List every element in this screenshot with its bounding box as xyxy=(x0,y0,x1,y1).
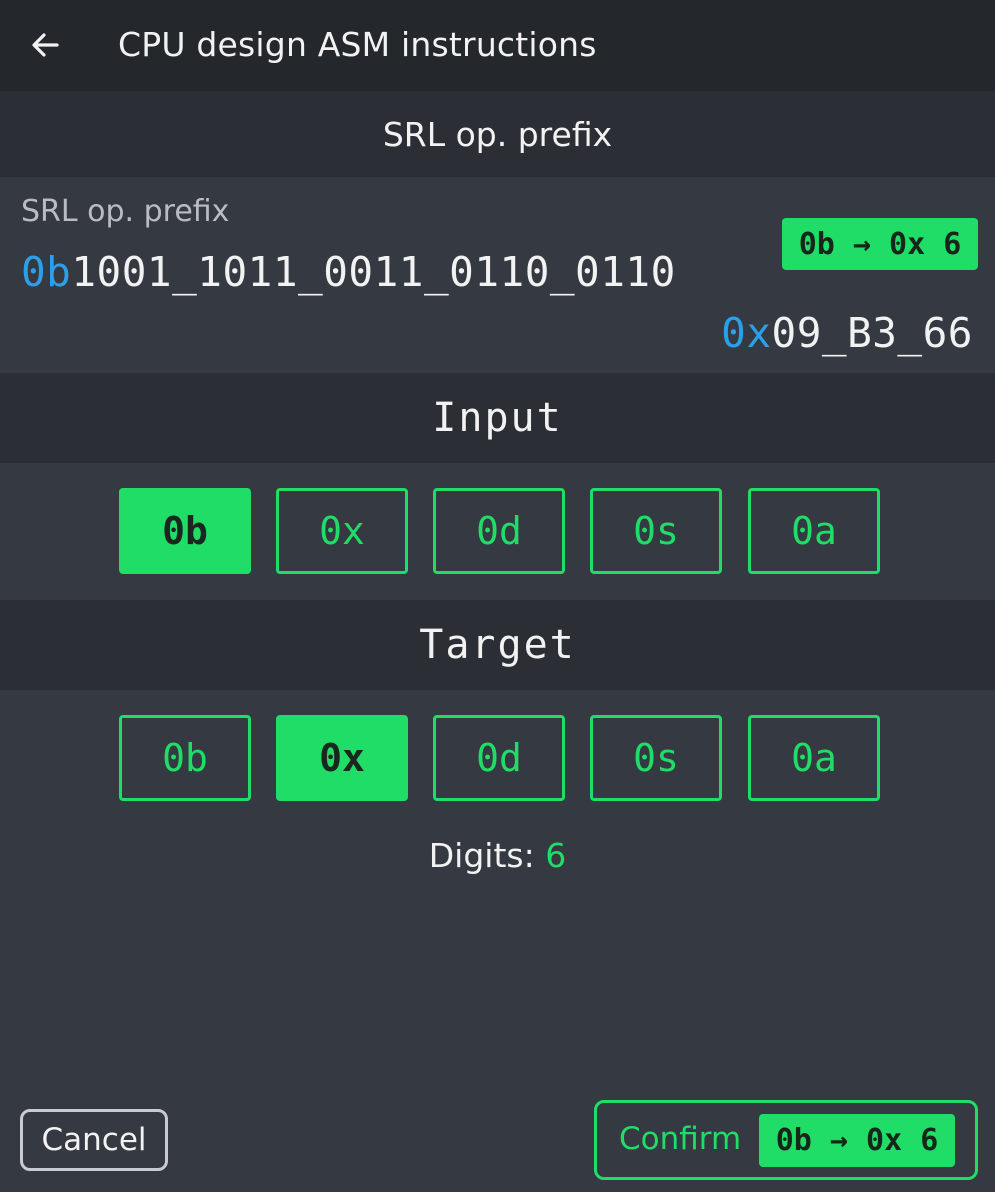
confirm-button[interactable]: Confirm 0b → 0x 6 xyxy=(594,1100,978,1180)
digits-readout: Digits: 6 xyxy=(0,836,995,875)
input-base-selector: 0b 0x 0d 0s 0a xyxy=(119,488,880,574)
target-base-signed-button[interactable]: 0s xyxy=(590,715,722,801)
binary-prefix: 0b xyxy=(21,248,72,296)
input-base-hex-button[interactable]: 0x xyxy=(276,488,408,574)
prefix-label: SRL op. prefix xyxy=(21,194,230,229)
conversion-badge: 0b → 0x 6 xyxy=(782,218,978,270)
binary-digits: 1001_1011_0011_0110_0110 xyxy=(71,248,676,296)
hex-digits: 09_B3_66 xyxy=(771,309,973,357)
app-bar: CPU design ASM instructions xyxy=(0,0,995,91)
hex-prefix: 0x xyxy=(721,309,772,357)
back-button[interactable] xyxy=(22,22,68,68)
input-section-title: Input xyxy=(432,395,563,441)
input-section-header: Input xyxy=(0,373,995,463)
target-base-dec-button[interactable]: 0d xyxy=(433,715,565,801)
input-base-signed-button[interactable]: 0s xyxy=(590,488,722,574)
input-base-bin-button[interactable]: 0b xyxy=(119,488,251,574)
target-section-title: Target xyxy=(419,622,576,668)
arrow-left-icon xyxy=(32,33,59,57)
confirm-conversion-badge: 0b → 0x 6 xyxy=(759,1114,955,1167)
target-base-ascii-button[interactable]: 0a xyxy=(748,715,880,801)
target-base-bin-button[interactable]: 0b xyxy=(119,715,251,801)
digits-label: Digits: xyxy=(428,836,535,875)
cancel-button[interactable]: Cancel xyxy=(20,1109,168,1171)
digits-value: 6 xyxy=(545,836,567,875)
page-title: CPU design ASM instructions xyxy=(118,25,597,64)
prefix-section-header: SRL op. prefix xyxy=(0,91,995,177)
hex-value: 0x09_B3_66 xyxy=(721,309,973,357)
confirm-label: Confirm xyxy=(619,1121,742,1157)
target-base-selector: 0b 0x 0d 0s 0a xyxy=(119,715,880,801)
base-converter-dialog: CPU design ASM instructions SRL op. pref… xyxy=(0,0,995,1192)
input-base-ascii-button[interactable]: 0a xyxy=(748,488,880,574)
target-base-hex-button[interactable]: 0x xyxy=(276,715,408,801)
binary-value: 0b1001_1011_0011_0110_0110 xyxy=(21,248,676,296)
input-base-dec-button[interactable]: 0d xyxy=(433,488,565,574)
prefix-section-title: SRL op. prefix xyxy=(382,114,613,154)
target-section-header: Target xyxy=(0,600,995,690)
